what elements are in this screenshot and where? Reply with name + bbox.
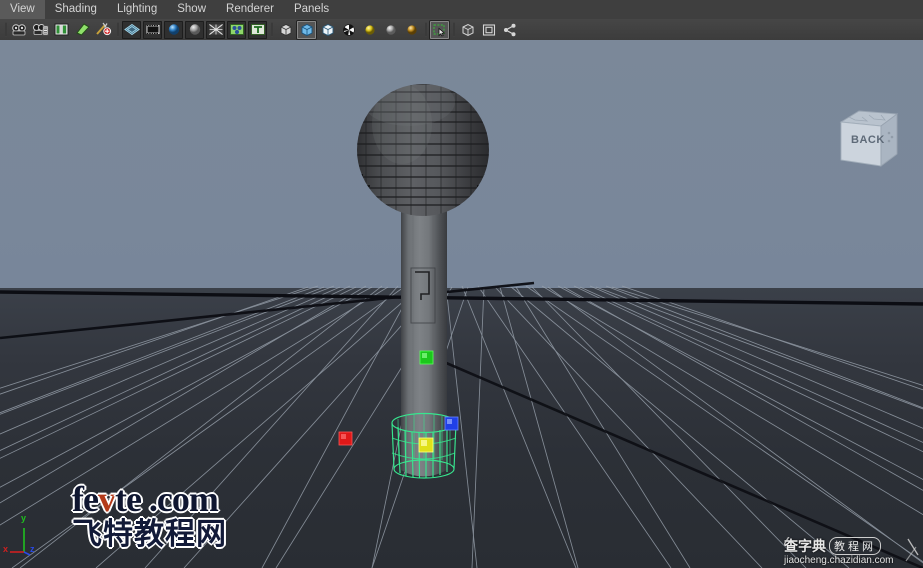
select-camera-icon[interactable] [10,21,29,39]
film-gate-icon[interactable] [143,20,162,39]
toolbar-separator[interactable] [2,21,9,38]
watermark-fevte-line2: 飞特教程网 [72,517,227,552]
z-scale-handle[interactable] [444,416,459,431]
isolate-select-icon[interactable] [430,20,449,39]
toolbar-separator[interactable] [268,21,275,38]
viewcube-face-label: BACK [851,134,885,146]
display-object-icon[interactable] [458,21,477,39]
xray-display-icon[interactable] [276,21,295,39]
x-scale-handle[interactable] [338,431,353,446]
use-default-material-icon[interactable] [339,21,358,39]
wireframe-on-shaded-icon[interactable] [206,20,225,39]
use-all-lights-icon[interactable] [360,21,379,39]
camera-attributes-icon[interactable] [31,21,50,39]
toolbar-separator[interactable] [114,21,121,38]
wm-fevte-v: v [97,479,116,519]
axis-label-y: y [21,513,27,523]
watermark-fevte: fevte .com 飞特教程网 [72,479,322,552]
toolbar-separator[interactable] [422,21,429,38]
axis-orientation-gizmo: y x z [2,512,50,564]
display-text-icon[interactable] [248,20,267,39]
use-no-lights-icon[interactable] [381,21,400,39]
menu-renderer[interactable]: Renderer [216,0,284,19]
watermark-slash-decor [784,537,919,562]
wm-fevte-fe: fe [72,479,99,519]
watermark-fevte-line1: fevte .com [72,479,322,519]
grease-pencil-icon[interactable] [73,21,92,39]
icon-toolbar [0,19,923,41]
y-scale-handle[interactable] [419,350,434,365]
watermark-chazidian: 查字典 教程网 jiaocheng.chazidian.com [784,536,919,567]
toolbar-separator[interactable] [450,21,457,38]
maya-viewport-window: View Shading Lighting Show Renderer Pane… [0,0,923,568]
hardware-texturing-icon[interactable] [227,20,246,39]
axis-label-x: x [3,544,9,554]
smooth-shade-all-icon[interactable] [164,20,183,39]
menu-lighting[interactable]: Lighting [107,0,167,19]
book-bookmark-icon[interactable] [52,21,71,39]
xray-joints-icon[interactable] [297,20,316,39]
menu-view[interactable]: View [0,0,45,19]
share-node-icon[interactable] [500,21,519,39]
shadows-icon[interactable] [402,21,421,39]
viewcube[interactable]: BACK [833,102,905,174]
menu-shading[interactable]: Shading [45,0,107,19]
uniform-scale-handle[interactable] [418,437,434,453]
menu-bar: View Shading Lighting Show Renderer Pane… [0,0,923,20]
menu-show[interactable]: Show [167,0,216,19]
wm-fevte-rest: te .com [114,479,219,519]
axis-label-z: z [30,544,35,554]
wireframe-shading-icon[interactable] [122,20,141,39]
image-plane-icon[interactable] [94,21,113,39]
menu-panels[interactable]: Panels [284,0,339,19]
smooth-shade-selected-icon[interactable] [185,20,204,39]
3d-viewport[interactable]: BACK y x z fevte .com 飞特教程网 查字典 教程网 jiao… [0,40,923,568]
xray-active-components-icon[interactable] [318,21,337,39]
display-layout-icon[interactable] [479,21,498,39]
